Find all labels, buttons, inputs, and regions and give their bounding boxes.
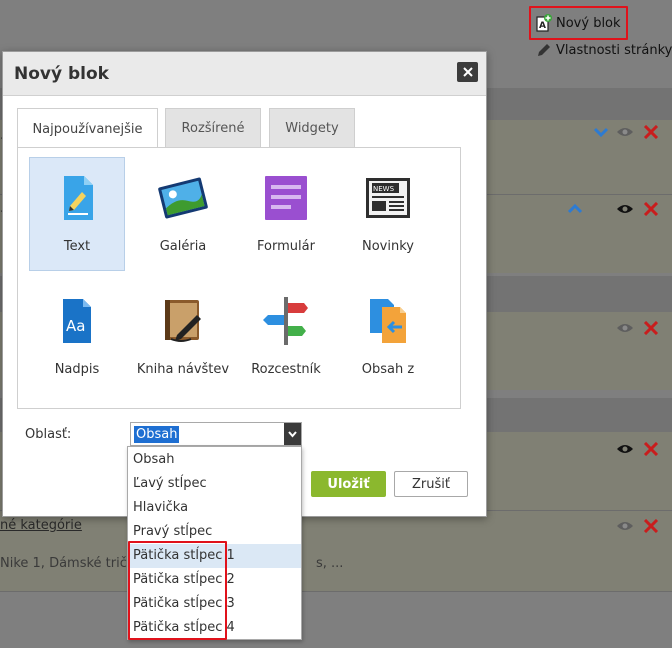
gallery-icon [158,177,208,219]
highlight-box [529,6,628,40]
pencil-icon [538,44,550,56]
chevron-down-icon [288,430,297,438]
block-label: Nadpis [54,362,100,377]
block-label: Obsah z [361,362,415,377]
eye-icon[interactable] [616,125,634,139]
form-icon [265,176,307,220]
close-icon [462,67,473,77]
delete-icon[interactable] [642,321,660,335]
block-news[interactable]: NEWS Novinky [340,157,436,271]
block-row [0,511,672,591]
page-properties-button[interactable]: Vlastnosti stránky [536,42,672,58]
block-text[interactable]: Text [29,157,125,271]
block-content-from[interactable]: Obsah z [340,280,436,394]
eye-icon[interactable] [616,442,634,456]
block-label: Formulár [257,239,315,254]
guestbook-icon [165,300,201,342]
delete-icon[interactable] [642,519,660,533]
content-from-icon [370,299,406,343]
block-label: Kniha návštev [136,362,230,377]
block-signpost[interactable]: Rozcestník [238,280,334,394]
move-down-icon[interactable] [592,125,610,139]
row-text: Nike 1, Dámské tričk [0,556,135,571]
heading-document-icon: Aa [63,299,91,343]
svg-text:Aa: Aa [66,317,85,335]
eye-icon[interactable] [616,519,634,533]
block-gallery[interactable]: Galéria [135,157,231,271]
delete-icon[interactable] [642,442,660,456]
newspaper-icon: NEWS [366,178,410,218]
tab-most-used[interactable]: Najpoužívanejšie [17,108,158,149]
area-selected-value: Obsah [134,426,180,443]
block-label: Novinky [362,239,414,254]
block-form[interactable]: Formulár [238,157,334,271]
area-select[interactable]: Obsah [130,422,302,446]
area-option[interactable]: Obsah [128,448,301,472]
dropdown-toggle[interactable] [284,423,301,445]
eye-icon[interactable] [616,202,634,216]
category-link[interactable]: né kategórie [0,518,82,533]
text-document-icon [64,176,93,220]
save-button[interactable]: Uložiť [311,471,386,497]
svg-text:NEWS: NEWS [373,185,395,193]
tab-advanced[interactable]: Rozšírené [165,108,261,148]
block-label: Text [63,239,91,254]
block-grid: Text Galéria Formulár NEWS Novinky Aa Na… [17,147,461,409]
area-label: Oblasť: [25,427,72,442]
area-option[interactable]: Ľavý stĺpec [128,472,301,496]
signpost-icon [263,297,308,345]
cancel-button[interactable]: Zrušiť [394,471,468,497]
area-option[interactable]: Hlavička [128,496,301,520]
page-properties-label: Vlastnosti stránky [556,42,672,58]
dialog-header: Nový blok [3,52,486,96]
block-label: Galéria [159,239,207,254]
move-up-icon[interactable] [566,202,584,216]
block-label: Rozcestník [251,362,321,377]
block-heading[interactable]: Aa Nadpis [29,280,125,394]
block-guestbook[interactable]: Kniha návštev [135,280,231,394]
tab-widgets[interactable]: Widgety [269,108,355,148]
close-button[interactable] [457,62,478,82]
row-text-tail: s, ... [316,556,344,571]
highlight-box [128,541,227,640]
dialog-title: Nový blok [14,64,109,84]
delete-icon[interactable] [642,202,660,216]
delete-icon[interactable] [642,125,660,139]
eye-icon[interactable] [616,321,634,335]
